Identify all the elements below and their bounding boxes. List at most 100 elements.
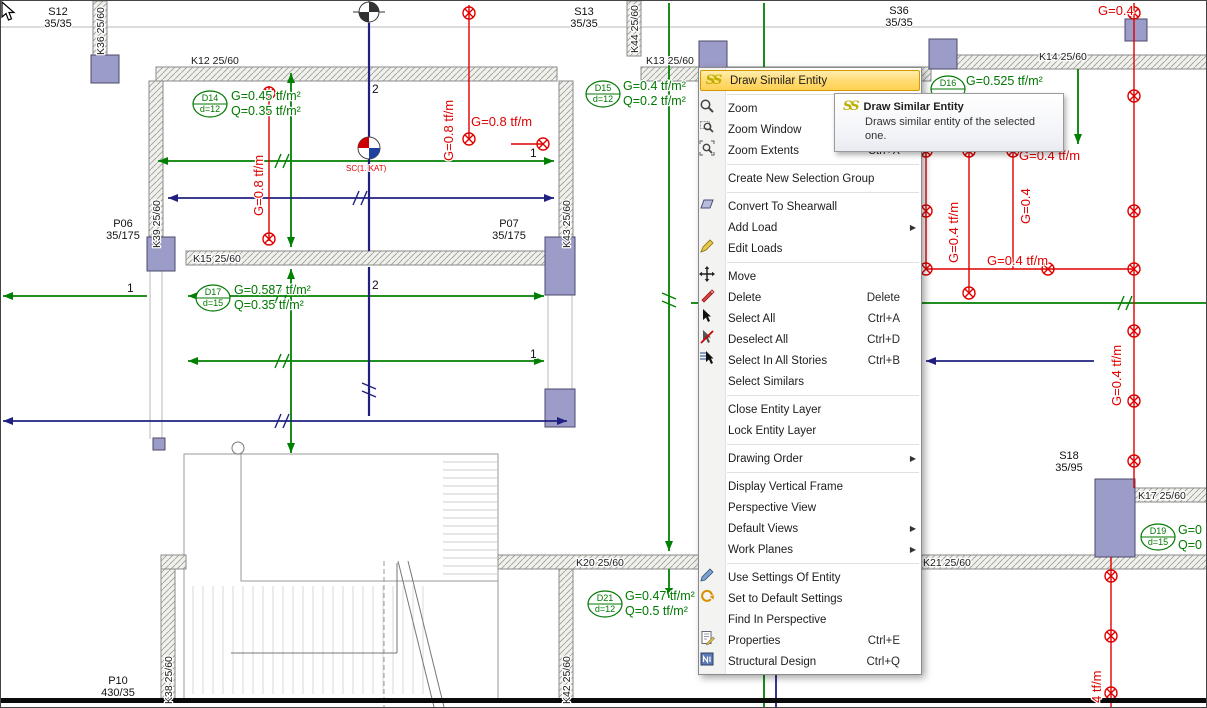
menu-item-shortcut: Delete <box>857 292 906 304</box>
menu-item-display-vertical-frame[interactable]: Display Vertical Frame <box>699 476 921 497</box>
menu-item-select-similars[interactable]: Select Similars <box>699 371 921 392</box>
menu-item-label: Drawing Order <box>723 453 890 465</box>
blank-icon <box>699 539 723 560</box>
menu-item-label: Convert To Shearwall <box>723 201 890 213</box>
slab-load-g-d15: G=0.4 tf/m² <box>623 79 686 93</box>
move-icon <box>699 266 723 287</box>
menu-item-select-all[interactable]: Select AllCtrl+A <box>699 308 921 329</box>
menu-item-use-settings-of-entity[interactable]: Use Settings Of Entity <box>699 567 921 588</box>
line-load-label: 4 tf/m <box>1089 670 1104 703</box>
menu-item-properties[interactable]: PropertiesCtrl+E <box>699 630 921 651</box>
slab-name: D21 <box>597 593 614 603</box>
menu-item-label: Delete <box>723 292 857 304</box>
menu-item-label: Draw Similar Entity <box>725 75 888 87</box>
menu-item-label: Create New Selection Group <box>723 173 890 185</box>
line-load-label: G=0.4 tf/m <box>946 202 961 263</box>
deselect-all-icon <box>699 329 723 350</box>
menu-item-shortcut: Ctrl+Q <box>856 656 906 668</box>
menu-item-label: Use Settings Of Entity <box>723 572 890 584</box>
menu-separator <box>727 444 919 445</box>
draw-similar-icon: SS <box>843 100 858 113</box>
section-label-sc: SC(1. KAT) <box>346 164 387 173</box>
menu-separator <box>727 395 919 396</box>
beam-label-k21: K21 25/60 <box>923 557 971 569</box>
slab-load-g-d19: G=0 <box>1178 523 1202 537</box>
shearwall-icon <box>699 196 723 217</box>
menu-item-work-planes[interactable]: Work Planes▶ <box>699 539 921 560</box>
menu-item-close-entity-layer[interactable]: Close Entity Layer <box>699 399 921 420</box>
zoom-extents-icon <box>699 140 723 161</box>
axis-number: 2 <box>372 278 379 292</box>
axis-number: 1 <box>530 146 537 160</box>
menu-item-draw-similar-entity[interactable]: SSDraw Similar Entity <box>700 70 920 91</box>
menu-item-label: Default Views <box>723 523 890 535</box>
beam-label-k42: K42 25/60 <box>561 656 573 704</box>
blank-icon <box>699 518 723 539</box>
menu-item-find-in-perspective[interactable]: Find In Perspective <box>699 609 921 630</box>
slab-name: D16 <box>940 78 957 88</box>
slab-thickness: d=12 <box>595 604 615 614</box>
menu-item-label: Deselect All <box>723 334 857 346</box>
menu-item-label: Add Load <box>723 222 890 234</box>
menu-item-convert-to-shearwall[interactable]: Convert To Shearwall <box>699 196 921 217</box>
slab-load-q-d17: Q=0.35 tf/m² <box>234 298 304 312</box>
bottom-shearwall <box>1 698 1207 703</box>
menu-item-delete[interactable]: DeleteDelete <box>699 287 921 308</box>
beam-label-k38: K38 25/60 <box>163 656 175 704</box>
menu-item-label: Display Vertical Frame <box>723 481 890 493</box>
menu-item-lock-entity-layer[interactable]: Lock Entity Layer <box>699 420 921 441</box>
zoom-window-icon <box>699 119 723 140</box>
beam-label-k17: K17 25/60 <box>1138 490 1186 502</box>
structural-design-icon <box>699 651 723 672</box>
beam-label-k14: K14 25/60 <box>1039 51 1087 63</box>
menu-item-shortcut: Ctrl+A <box>858 313 906 325</box>
column-label-s13: S13 <box>574 6 594 18</box>
menu-item-default-views[interactable]: Default Views▶ <box>699 518 921 539</box>
context-menu: SSDraw Similar EntityZoomZoom WindowZoom… <box>698 67 922 675</box>
menu-item-label: Select All <box>723 313 858 325</box>
line-load-label: G=0.4 tf/m <box>1109 345 1124 406</box>
menu-item-select-in-all-stories[interactable]: Select In All StoriesCtrl+B <box>699 350 921 371</box>
menu-item-label: Set to Default Settings <box>723 593 890 605</box>
menu-separator <box>727 164 919 165</box>
submenu-arrow-icon: ▶ <box>906 454 918 463</box>
edit-loads-icon <box>699 238 723 259</box>
menu-item-add-load[interactable]: Add Load▶ <box>699 217 921 238</box>
line-load-label: G=0.4 <box>1018 188 1033 224</box>
beam-label-k43: K43 25/60 <box>561 200 573 248</box>
axis-number: 1 <box>127 281 134 295</box>
slab-bubble-d21: D21 d=12 <box>588 591 622 617</box>
tooltip: SS Draw Similar Entity Draws similar ent… <box>834 93 1064 152</box>
menu-item-perspective-view[interactable]: Perspective View <box>699 497 921 518</box>
delete-icon <box>699 287 723 308</box>
slab-load-q-d19: Q=0 <box>1178 538 1202 552</box>
menu-item-structural-design[interactable]: Structural DesignCtrl+Q <box>699 651 921 672</box>
beam-label-k13: K13 25/60 <box>646 55 694 67</box>
line-load-label: G=0.8 tf/m <box>441 100 456 161</box>
blank-icon <box>699 448 723 469</box>
axis-number: 2 <box>372 82 379 96</box>
select-stories-icon <box>699 350 723 371</box>
slab-thickness: d=15 <box>203 298 223 308</box>
slab-bubble-d14: D14 d=12 <box>193 91 227 117</box>
blank-icon <box>699 476 723 497</box>
submenu-arrow-icon: ▶ <box>906 545 918 554</box>
blank-icon <box>699 168 723 189</box>
slab-name: D14 <box>202 93 219 103</box>
menu-item-move[interactable]: Move <box>699 266 921 287</box>
slab-load-q-d21: Q=0.5 tf/m² <box>625 604 688 618</box>
menu-item-set-to-default-settings[interactable]: Set to Default Settings <box>699 588 921 609</box>
mouse-cursor-icon <box>1 1 21 23</box>
menu-item-deselect-all[interactable]: Deselect AllCtrl+D <box>699 329 921 350</box>
menu-separator <box>727 262 919 263</box>
menu-item-create-new-selection-group[interactable]: Create New Selection Group <box>699 168 921 189</box>
slab-thickness: d=12 <box>200 104 220 114</box>
menu-item-edit-loads[interactable]: Edit Loads <box>699 238 921 259</box>
menu-item-drawing-order[interactable]: Drawing Order ▶ <box>699 448 921 469</box>
line-load-label: G=0.8 tf/m <box>251 155 266 216</box>
line-load-label: G=0.8 tf/m <box>471 114 532 129</box>
section-marker <box>353 1 385 23</box>
cad-viewport[interactable]: D14 d=12 D15 d=12 D16 D17 d=15 D19 d=15 <box>0 0 1207 708</box>
blank-icon <box>699 497 723 518</box>
slab-name: D19 <box>1150 526 1167 536</box>
